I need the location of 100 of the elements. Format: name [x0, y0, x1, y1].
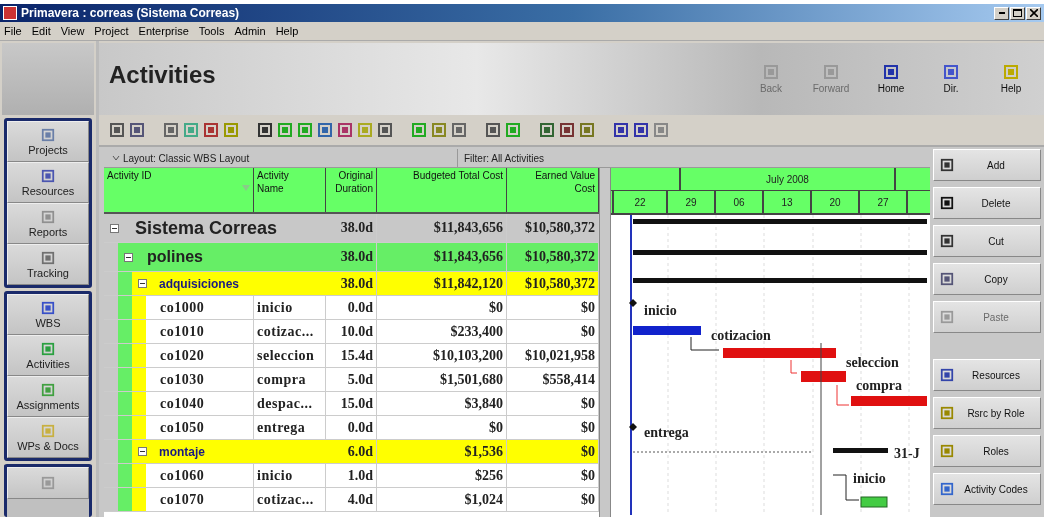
minimize-button[interactable] — [994, 6, 1009, 20]
filter-label: Filter: All Activities — [463, 152, 545, 164]
app-icon — [3, 6, 17, 20]
indent-band — [118, 488, 132, 511]
activity-name: inicio — [254, 296, 326, 319]
sidebar-item[interactable]: Projects — [7, 121, 89, 162]
budget-cell: $256 — [377, 464, 507, 487]
column-header[interactable]: Activity Name — [257, 170, 297, 195]
sidebar-item[interactable]: Activities — [7, 335, 89, 376]
bar-label: inicio — [644, 303, 677, 318]
activity-bar — [801, 371, 846, 382]
indent-band — [104, 272, 118, 295]
project-name: Sistema Correas — [135, 217, 278, 239]
sidebar-item[interactable]: WBS — [7, 294, 89, 335]
wbs-row[interactable]: adquisiciones 38.0d $11,842,120 $10,580,372 — [104, 272, 599, 296]
sidebar-item[interactable]: Tracking — [7, 244, 89, 285]
side-button[interactable]: Rsrc by Role — [933, 397, 1041, 429]
indent-band — [132, 464, 146, 487]
duration-cell: 4.0d — [326, 488, 377, 511]
bar-label: cotizacion — [711, 328, 771, 343]
indent-band — [132, 296, 146, 319]
sidebar-item[interactable] — [7, 467, 89, 499]
menu-item[interactable]: File — [4, 25, 22, 37]
activity-name: cotizac... — [254, 320, 326, 343]
activity-id: co1050 — [146, 416, 254, 439]
column-header[interactable]: Earned Value Cost — [525, 170, 595, 195]
activity-name: inicio — [254, 464, 326, 487]
sidebar-item[interactable]: WPs & Docs — [7, 417, 89, 458]
activity-id: co1040 — [146, 392, 254, 415]
nav-button[interactable]: Dir. — [928, 64, 974, 94]
day-label: 27 — [860, 191, 908, 213]
page-title: Activities — [109, 61, 216, 89]
maximize-button[interactable] — [1010, 6, 1025, 20]
indent-band — [118, 296, 132, 319]
side-button[interactable]: Roles — [933, 435, 1041, 467]
collapse-icon[interactable] — [138, 279, 147, 288]
indent-band — [118, 440, 132, 463]
nav-button[interactable]: Home — [868, 64, 914, 94]
collapse-icon[interactable] — [110, 223, 119, 233]
menu-item[interactable]: Enterprise — [138, 25, 189, 37]
column-header[interactable]: Original Duration — [329, 170, 373, 195]
side-button[interactable]: Copy — [933, 263, 1041, 295]
side-button[interactable]: Activity Codes — [933, 473, 1041, 505]
budget-cell: $0 — [377, 296, 507, 319]
indent-band — [118, 368, 132, 391]
collapse-icon[interactable] — [124, 252, 133, 262]
activity-name: seleccion — [254, 344, 326, 367]
nav-button[interactable]: Help — [988, 64, 1034, 94]
indent-band — [132, 368, 146, 391]
budget-cell: $11,842,120 — [377, 272, 507, 295]
activity-id: co1010 — [146, 320, 254, 343]
duration-cell: 0.0d — [326, 296, 377, 319]
project-row[interactable]: Sistema Correas 38.0d $11,843,656 $10,580,372 — [104, 214, 599, 243]
menu-item[interactable]: Project — [94, 25, 129, 37]
side-button[interactable]: Cut — [933, 225, 1041, 257]
sidebar-item[interactable]: Resources — [7, 162, 89, 203]
menu-item[interactable]: Edit — [31, 25, 51, 37]
side-button[interactable]: Add — [933, 149, 1041, 181]
activity-id: co1030 — [146, 368, 254, 391]
side-button[interactable]: Delete — [933, 187, 1041, 219]
column-header[interactable]: Activity ID — [107, 170, 242, 210]
duration-cell: 38.0d — [326, 272, 377, 295]
duration-cell: 38.0d — [326, 243, 377, 271]
duration-cell: 15.4d — [326, 344, 377, 367]
layout-label[interactable]: Layout: Classic WBS Layout — [123, 152, 250, 164]
activity-name: entrega — [254, 416, 326, 439]
dropdown-icon[interactable] — [112, 154, 120, 162]
budget-cell: $3,840 — [377, 392, 507, 415]
budget-cell: $233,400 — [377, 320, 507, 343]
duration-cell: 10.0d — [326, 320, 377, 343]
bar-label: seleccion — [846, 355, 899, 370]
budget-cell: $11,843,656 — [377, 243, 507, 271]
day-label: 06 — [716, 191, 764, 213]
wbs-row[interactable]: montaje 6.0d $1,536 $0 — [104, 440, 599, 464]
menu-item[interactable]: Tools — [198, 25, 225, 37]
menu-item[interactable]: View — [60, 25, 85, 37]
indent-band — [118, 272, 132, 295]
close-button[interactable] — [1026, 6, 1041, 20]
duration-cell: 6.0d — [326, 440, 377, 463]
side-button[interactable]: Resources — [933, 359, 1041, 391]
window-title: Primavera : correas (Sistema Correas) — [21, 6, 240, 20]
duration-cell: 5.0d — [326, 368, 377, 391]
activity-id: co1000 — [146, 296, 254, 319]
activity-id: co1020 — [146, 344, 254, 367]
collapse-icon[interactable] — [138, 447, 147, 456]
menu-item[interactable]: Help — [275, 25, 299, 37]
indent-band — [132, 320, 146, 343]
column-header[interactable]: Budgeted Total Cost — [380, 170, 503, 183]
wbs-name: polines — [147, 248, 203, 266]
bar-label: 31-J — [894, 446, 920, 461]
menu-item[interactable]: Admin — [234, 25, 266, 37]
day-label: 29 — [668, 191, 716, 213]
sidebar-item[interactable]: Assignments — [7, 376, 89, 417]
activity-bar — [633, 326, 701, 335]
bar-label: inicio — [853, 471, 886, 486]
sidebar-item[interactable]: Reports — [7, 203, 89, 244]
duration-cell: 1.0d — [326, 464, 377, 487]
link-line — [790, 359, 798, 374]
minimize-icon — [998, 12, 1005, 14]
milestone-icon — [629, 299, 637, 307]
